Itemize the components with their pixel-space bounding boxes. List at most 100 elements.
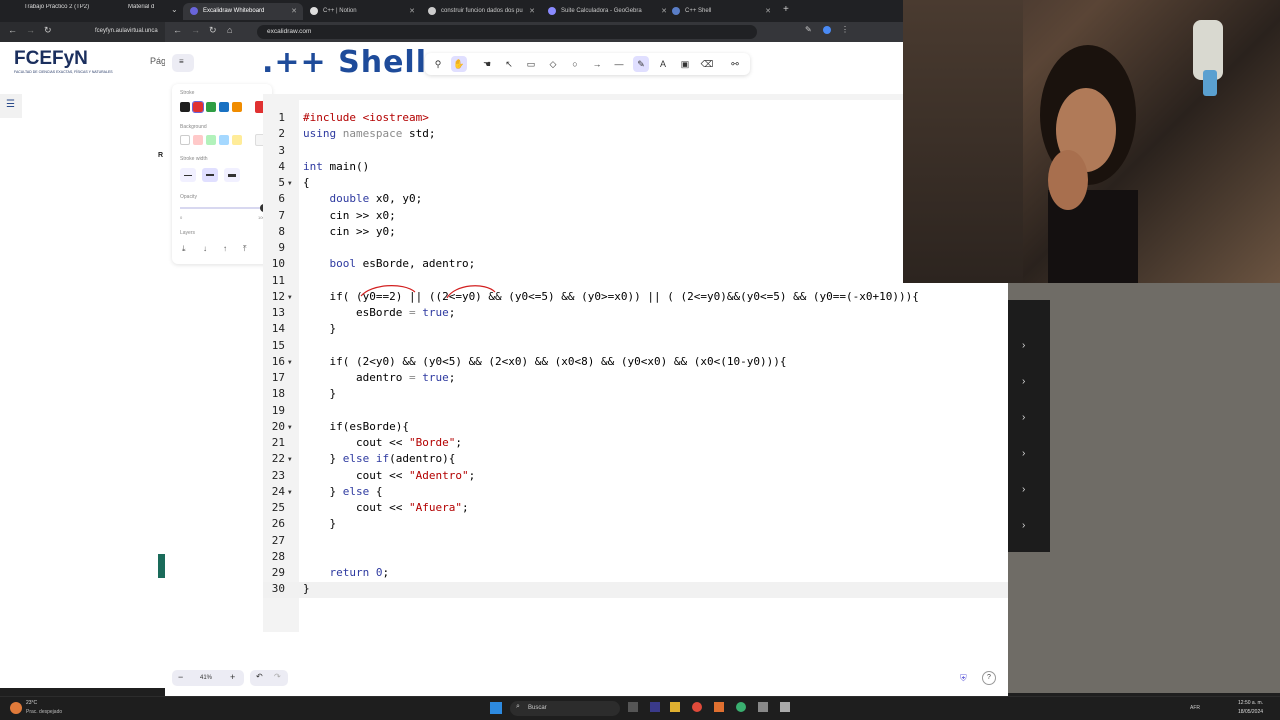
code-token: cout << <box>303 436 409 449</box>
chrome-icon[interactable] <box>692 702 702 712</box>
eraser-icon[interactable]: ⌫ <box>699 56 715 72</box>
nav-reload-icon[interactable]: ↻ <box>209 25 217 36</box>
stroke-swatch-red[interactable] <box>192 101 204 113</box>
bg-swatch-blue[interactable] <box>219 135 229 145</box>
clock-time[interactable]: 12:50 a. m. <box>1238 700 1263 706</box>
main-menu-button[interactable]: ≡ <box>172 54 194 72</box>
fold-arrow-icon[interactable]: ▼ <box>288 359 292 366</box>
pencil-icon[interactable]: ✎ <box>633 56 649 72</box>
zoom-in-button[interactable]: + <box>230 672 235 682</box>
app2-icon[interactable] <box>714 702 724 712</box>
tab-cpp-shell[interactable]: C++ Shell ✕ <box>665 3 777 20</box>
code-token: } <box>303 484 343 498</box>
app-icon[interactable] <box>650 702 660 712</box>
reload-icon[interactable]: ↻ <box>44 25 52 36</box>
code-line: 2 using namespace std; <box>263 127 1008 143</box>
profile-icon[interactable] <box>823 26 831 34</box>
new-tab-icon[interactable]: + <box>783 4 789 15</box>
fold-arrow-icon[interactable]: ▼ <box>288 489 292 496</box>
shield-icon[interactable]: ⛨ <box>960 673 967 684</box>
extension-icon[interactable]: ✎ <box>805 25 812 34</box>
folder-icon[interactable] <box>670 702 680 712</box>
pan-icon[interactable]: ☚ <box>479 56 495 72</box>
fold-arrow-icon[interactable]: ▼ <box>288 424 292 431</box>
opacity-min-label: 0 <box>180 215 183 220</box>
select-icon[interactable]: ↖ <box>501 56 517 72</box>
chevron-right-icon[interactable]: › <box>1022 412 1025 423</box>
tab-search-icon[interactable]: ⌄ <box>171 5 178 14</box>
clock-date[interactable]: 18/05/2024 <box>1238 709 1263 715</box>
stroke-swatch-orange[interactable] <box>232 102 242 112</box>
fold-arrow-icon[interactable]: ▼ <box>288 456 292 463</box>
taskbar-search[interactable]: ⌕ Buscar <box>510 701 620 716</box>
annotation-arc-1 <box>360 285 416 297</box>
app4-icon[interactable] <box>758 702 768 712</box>
stroke-medium-button[interactable] <box>202 168 218 182</box>
bg-swatch-yellow[interactable] <box>232 135 242 145</box>
bg-swatch-green[interactable] <box>206 135 216 145</box>
tab-geogebra[interactable]: Suite Calculadora - GeoGebra ✕ <box>541 3 673 20</box>
chevron-right-icon[interactable]: › <box>1022 448 1025 459</box>
language-indicator[interactable]: AFR <box>1190 705 1200 711</box>
zoom-out-button[interactable]: − <box>178 672 183 682</box>
ellipse-icon[interactable]: ○ <box>567 56 583 72</box>
address-bar[interactable]: excalidraw.com <box>257 25 757 39</box>
nav-back-icon[interactable]: ← <box>173 25 182 35</box>
home-icon[interactable]: ⌂ <box>227 25 232 35</box>
list-icon[interactable]: ☰ <box>0 94 22 118</box>
forward-arrow-icon[interactable]: → <box>26 25 35 35</box>
chevron-right-icon[interactable]: › <box>1022 340 1025 351</box>
menu-dots-icon[interactable]: ⋮ <box>841 25 849 34</box>
redo-icon[interactable]: ↷ <box>274 672 281 681</box>
bg-swatch-transparent[interactable] <box>180 135 190 145</box>
code-text: { <box>303 176 310 189</box>
fold-arrow-icon[interactable]: ▼ <box>288 180 292 187</box>
back-arrow-icon[interactable]: ← <box>8 25 17 35</box>
streamer-silhouette <box>1040 45 1138 283</box>
hand-icon[interactable]: ✋ <box>451 56 467 72</box>
chevron-right-icon[interactable]: › <box>1022 520 1025 531</box>
back-url[interactable]: fceyfyn.aulavirtual.unca <box>95 28 158 34</box>
undo-icon[interactable]: ↶ <box>256 672 263 681</box>
taskview-icon[interactable] <box>628 702 638 712</box>
lock-icon[interactable]: ⚲ <box>430 56 446 72</box>
send-to-back-icon[interactable]: ⤓ <box>182 244 186 254</box>
opacity-slider[interactable] <box>180 207 264 209</box>
stroke-swatch-black[interactable] <box>180 102 190 112</box>
nav-forward-icon[interactable]: → <box>191 25 200 35</box>
line-icon[interactable]: — <box>611 56 627 72</box>
tab-notion[interactable]: C++ | Notion ✕ <box>303 3 421 20</box>
bring-to-front-icon[interactable]: ⤒ <box>243 244 247 254</box>
image-icon[interactable]: ▣ <box>677 56 693 72</box>
zoom-level[interactable]: 41% <box>200 675 212 681</box>
tab-excalidraw[interactable]: Excalidraw Whiteboard ✕ <box>183 3 303 20</box>
tab-construir[interactable]: construir funcion dados dos pu ✕ <box>421 3 541 20</box>
code-token: cout << <box>303 468 409 482</box>
back-tab-tp2[interactable]: Trabajo Práctico 2 (TP2) <box>24 4 104 18</box>
stroke-thin-button[interactable] <box>180 168 196 182</box>
address-bar-text: excalidraw.com <box>267 28 312 35</box>
help-icon[interactable]: ? <box>982 671 996 685</box>
send-backward-icon[interactable]: ↓ <box>203 244 207 253</box>
weather-icon[interactable] <box>10 702 22 714</box>
bring-forward-icon[interactable]: ↑ <box>223 244 227 253</box>
app3-icon[interactable] <box>736 702 746 712</box>
diamond-icon[interactable]: ◇ <box>545 56 561 72</box>
line-number: 30 <box>271 582 285 596</box>
stroke-thick-button[interactable] <box>224 168 240 182</box>
windows-start-icon[interactable] <box>490 702 502 714</box>
stroke-swatch-green[interactable] <box>206 102 216 112</box>
bg-swatch-pink[interactable] <box>193 135 203 145</box>
more-tools-icon[interactable]: ⚯ <box>727 56 743 72</box>
shell-title-image: .++ Shell <box>262 45 427 80</box>
app5-icon[interactable] <box>780 702 790 712</box>
rectangle-icon[interactable]: ▭ <box>523 56 539 72</box>
back-tab-material[interactable]: Material d <box>128 4 166 18</box>
text-icon[interactable]: A <box>655 56 671 72</box>
chevron-right-icon[interactable]: › <box>1022 484 1025 495</box>
arrow-icon[interactable]: → <box>589 56 605 72</box>
stroke-swatch-blue[interactable] <box>219 102 229 112</box>
chevron-right-icon[interactable]: › <box>1022 376 1025 387</box>
code-text: return 0; <box>303 566 389 579</box>
search-icon: ⌕ <box>516 703 520 710</box>
